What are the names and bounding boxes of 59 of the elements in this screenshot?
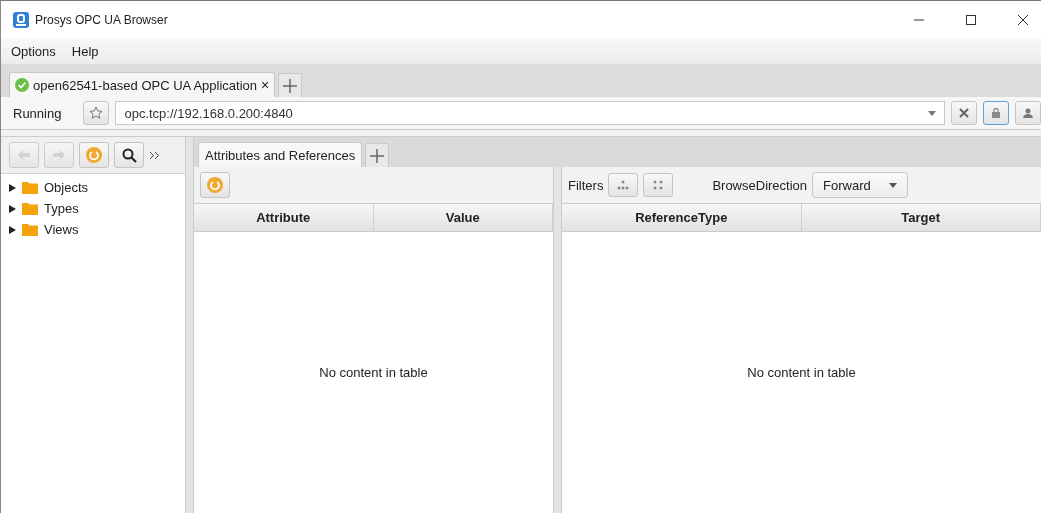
- empty-table-message: No content in table: [747, 365, 856, 380]
- tree-item[interactable]: Types: [1, 198, 185, 219]
- refresh-icon: [86, 147, 102, 163]
- hierarchy-icon: [617, 180, 630, 190]
- lock-icon: [992, 108, 1000, 118]
- refresh-button[interactable]: [79, 142, 109, 168]
- browse-direction-dropdown[interactable]: Forward: [812, 172, 908, 198]
- splitter-handle[interactable]: [185, 137, 194, 513]
- expand-arrow-icon[interactable]: [9, 225, 16, 234]
- arrow-right-icon: [53, 150, 65, 160]
- maximize-icon[interactable]: [965, 13, 977, 26]
- column-header[interactable]: Value: [373, 204, 553, 232]
- window-title: Prosys OPC UA Browser: [35, 12, 168, 27]
- user-button[interactable]: [1015, 101, 1041, 125]
- tree-item[interactable]: Objects: [1, 177, 185, 198]
- dots-grid-icon: [652, 180, 665, 190]
- search-button[interactable]: [114, 142, 144, 168]
- url-field[interactable]: opc.tcp://192.168.0.200:4840: [115, 101, 945, 125]
- connection-tab[interactable]: open62541-based OPC UA Application ×: [9, 72, 276, 97]
- user-icon: [1023, 108, 1033, 118]
- expand-arrow-icon[interactable]: [9, 204, 16, 213]
- dropdown-caret-icon[interactable]: [928, 110, 936, 116]
- column-header[interactable]: Target: [801, 204, 1041, 232]
- plus-icon: [283, 78, 298, 93]
- connection-status: Running: [13, 105, 62, 121]
- overflow-chevron-icon[interactable]: [149, 150, 160, 160]
- tab-close-button[interactable]: ×: [261, 77, 270, 93]
- close-icon: [959, 108, 969, 118]
- view-tab[interactable]: Attributes and References: [198, 142, 363, 167]
- splitter-handle[interactable]: [553, 167, 562, 513]
- folder-icon: [22, 223, 38, 236]
- column-header[interactable]: ReferenceType: [562, 204, 802, 232]
- plus-icon: [370, 148, 385, 163]
- empty-table-message: No content in table: [319, 365, 428, 380]
- star-icon: [89, 106, 104, 120]
- menu-item[interactable]: Options: [11, 43, 56, 59]
- add-tab-button[interactable]: [365, 143, 390, 167]
- menu-item[interactable]: Help: [71, 43, 99, 59]
- tree-item[interactable]: Views: [1, 219, 185, 240]
- bookmark-button[interactable]: [83, 101, 110, 125]
- search-icon: [121, 147, 137, 163]
- disconnect-button[interactable]: [951, 101, 977, 125]
- add-tab-button[interactable]: [278, 73, 303, 97]
- filters-label: Filters: [568, 177, 604, 193]
- arrow-left-icon: [18, 150, 30, 160]
- column-header[interactable]: Attribute: [194, 204, 374, 232]
- folder-icon: [22, 202, 38, 215]
- filter-button[interactable]: [608, 173, 639, 197]
- close-icon[interactable]: [1017, 13, 1029, 26]
- tab-label: open62541-based OPC UA Application: [33, 77, 258, 93]
- security-button[interactable]: [983, 101, 1009, 125]
- refresh-icon: [207, 177, 223, 193]
- filter-button[interactable]: [643, 173, 674, 197]
- folder-icon: [22, 181, 38, 194]
- browse-direction-label: BrowseDirection: [712, 177, 808, 193]
- refresh-button[interactable]: [200, 172, 230, 198]
- app-logo-icon: [13, 11, 29, 28]
- dropdown-caret-icon: [888, 182, 897, 188]
- expand-arrow-icon[interactable]: [9, 183, 16, 192]
